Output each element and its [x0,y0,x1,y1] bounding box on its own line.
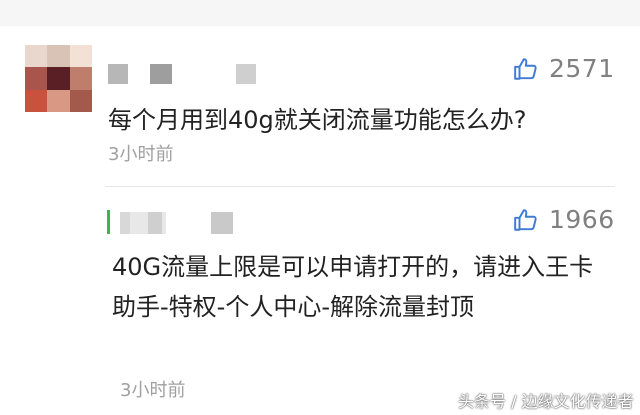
like-count: 2571 [549,54,615,83]
thumbs-up-icon[interactable] [513,207,539,233]
top-strip [0,0,640,26]
like-count: 1966 [549,205,615,234]
divider [105,186,615,187]
timestamp: 3小时前 [120,380,186,401]
avatar[interactable] [25,45,92,112]
timestamp: 3小时前 [108,144,174,165]
watermark: 头条号 / 边缘文化传递者 [458,392,634,411]
reply-text: 40G流量上限是可以申请打开的，请进入王卡助手-特权-个人中心-解除流量封顶 [112,253,594,321]
reply-indicator [107,210,110,234]
comment-text: 每个月用到40g就关闭流量功能怎么办? [108,106,527,134]
thumbs-up-icon[interactable] [513,56,539,82]
